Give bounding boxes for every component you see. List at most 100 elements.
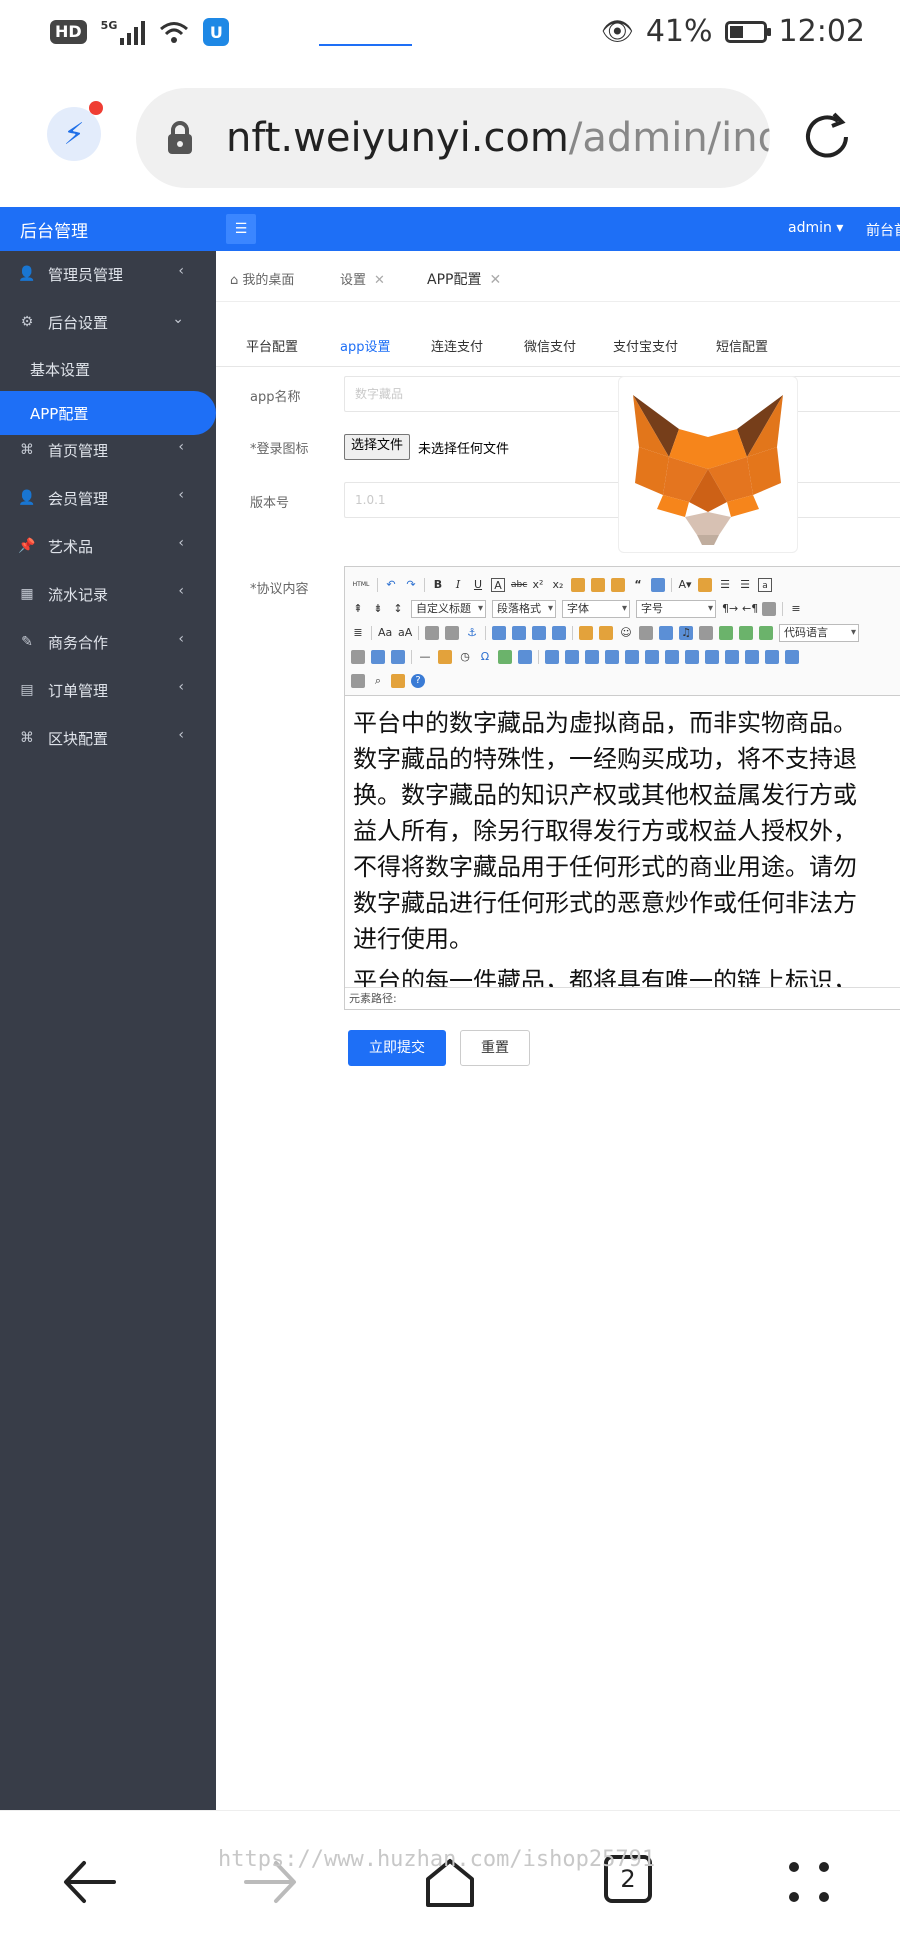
emoticon-icon[interactable]: ☺ xyxy=(619,626,633,640)
address-bar[interactable]: nft.weiyunyi.com/admin/inde xyxy=(136,88,770,188)
reload-icon[interactable] xyxy=(800,110,854,164)
choose-file-button[interactable]: 选择文件 xyxy=(344,434,411,460)
tab-desktop[interactable]: ⌂ 我的桌面 xyxy=(230,269,294,288)
simple-upload-icon[interactable] xyxy=(579,626,593,640)
undo-icon[interactable]: ↶ xyxy=(384,578,398,592)
line-height-icon[interactable]: ↕ xyxy=(391,602,405,616)
row-spacing-bottom-icon[interactable]: ⇟ xyxy=(371,602,385,616)
menu-toggle-icon[interactable]: ☰ xyxy=(226,214,256,244)
map-icon[interactable] xyxy=(719,626,733,640)
unordered-list-icon[interactable]: ☰ xyxy=(738,578,752,592)
menu-dots-icon[interactable] xyxy=(786,1857,832,1907)
subtab-platform[interactable]: 平台配置 xyxy=(246,336,298,355)
indent-icon[interactable] xyxy=(762,602,776,616)
select-all-icon[interactable]: a xyxy=(758,578,772,592)
image-center-icon[interactable] xyxy=(532,626,546,640)
split-cells-icon[interactable] xyxy=(745,650,759,664)
html-source-button[interactable]: HTML xyxy=(351,578,371,592)
align-left-icon[interactable]: ≡ xyxy=(789,602,803,616)
paste-text-icon[interactable] xyxy=(651,578,665,592)
sidebar-item-home[interactable]: ⌘ 首页管理 ‹ xyxy=(0,427,216,473)
search-replace-icon[interactable]: ⌕ xyxy=(371,674,385,688)
wordimage-icon[interactable] xyxy=(498,650,512,664)
attachment-icon[interactable] xyxy=(699,626,713,640)
format-brush-icon[interactable] xyxy=(591,578,605,592)
delete-table-icon[interactable] xyxy=(565,650,579,664)
reset-button[interactable]: 重置 xyxy=(460,1030,530,1066)
insert-table-icon[interactable] xyxy=(545,650,559,664)
date-icon[interactable] xyxy=(438,650,452,664)
snapscreen-icon[interactable] xyxy=(518,650,532,664)
unlink-icon[interactable] xyxy=(445,626,459,640)
merge-down-icon[interactable] xyxy=(725,650,739,664)
anchor-icon[interactable]: ⚓ xyxy=(465,626,479,640)
paragraph-select[interactable]: 段落格式 xyxy=(492,600,556,618)
subtab-lianlian[interactable]: 连连支付 xyxy=(431,336,483,355)
blockquote-icon[interactable]: “ xyxy=(631,578,645,592)
drafts-icon[interactable] xyxy=(391,674,405,688)
row-spacing-top-icon[interactable]: ⇞ xyxy=(351,602,365,616)
sidebar-item-members[interactable]: 👤 会员管理 ‹ xyxy=(0,475,216,521)
background-icon[interactable] xyxy=(391,650,405,664)
sidebar-subitem-basic[interactable]: 基本设置 xyxy=(0,347,216,391)
merge-cells-icon[interactable] xyxy=(685,650,699,664)
subtab-sms[interactable]: 短信配置 xyxy=(716,336,768,355)
sidebar-item-business[interactable]: ✎ 商务合作 ‹ xyxy=(0,619,216,665)
highlight-icon[interactable] xyxy=(698,578,712,592)
subtab-app[interactable]: app设置 xyxy=(340,336,390,355)
strikethrough-icon[interactable]: abc xyxy=(511,578,527,592)
underline-icon[interactable]: U xyxy=(471,578,485,592)
sidebar-item-settings[interactable]: ⚙ 后台设置 ⌄ xyxy=(0,299,216,345)
back-icon[interactable] xyxy=(62,1857,118,1907)
gmap-icon[interactable] xyxy=(739,626,753,640)
sidebar-item-transactions[interactable]: ▦ 流水记录 ‹ xyxy=(0,571,216,617)
bolt-icon[interactable]: ⚡ xyxy=(47,101,103,161)
ltr-icon[interactable]: ¶→ xyxy=(722,602,738,616)
font-color-icon[interactable]: A▾ xyxy=(678,578,692,592)
subtab-alipay[interactable]: 支付宝支付 xyxy=(613,336,678,355)
font-border-icon[interactable]: A xyxy=(491,578,505,592)
insert-video-icon[interactable] xyxy=(659,626,673,640)
horizontal-rule-icon[interactable]: — xyxy=(418,650,432,664)
redo-icon[interactable]: ↷ xyxy=(404,578,418,592)
font-family-select[interactable]: 字体 xyxy=(562,600,630,618)
justify-icon[interactable]: ≣ xyxy=(351,626,365,640)
italic-icon[interactable]: I xyxy=(451,578,465,592)
insert-frame-icon[interactable] xyxy=(759,626,773,640)
rich-text-editor[interactable]: HTML ↶ ↷ B I U A abc x² x₂ “ A▾ ☰ ☰ a ⇞ xyxy=(344,566,900,1010)
image-none-icon[interactable] xyxy=(552,626,566,640)
delete-row-icon[interactable] xyxy=(625,650,639,664)
insert-row-icon[interactable] xyxy=(605,650,619,664)
lowercase-icon[interactable]: aA xyxy=(398,626,412,640)
time-icon[interactable]: ◷ xyxy=(458,650,472,664)
ordered-list-icon[interactable]: ☰ xyxy=(718,578,732,592)
tab-app-config[interactable]: APP配置 ✕ xyxy=(427,269,501,289)
eraser-icon[interactable] xyxy=(571,578,585,592)
superscript-icon[interactable]: x² xyxy=(531,578,545,592)
split-cols-icon[interactable] xyxy=(785,650,799,664)
subtab-wechat[interactable]: 微信支付 xyxy=(524,336,576,355)
sidebar-item-blocks[interactable]: ⌘ 区块配置 ‹ xyxy=(0,715,216,761)
custom-title-select[interactable]: 自定义标题 xyxy=(411,600,486,618)
code-language-select[interactable]: 代码语言 xyxy=(779,624,859,642)
uppercase-icon[interactable]: Aa xyxy=(378,626,392,640)
music-icon[interactable]: ♫ xyxy=(679,626,693,640)
user-menu[interactable]: admin ▾ xyxy=(788,220,843,236)
close-icon[interactable]: ✕ xyxy=(374,273,385,288)
close-icon[interactable]: ✕ xyxy=(489,272,501,288)
scrawl-icon[interactable] xyxy=(639,626,653,640)
auto-format-icon[interactable] xyxy=(611,578,625,592)
sidebar-item-orders[interactable]: ▤ 订单管理 ‹ xyxy=(0,667,216,713)
delete-col-icon[interactable] xyxy=(665,650,679,664)
font-size-select[interactable]: 字号 xyxy=(636,600,716,618)
subscript-icon[interactable]: x₂ xyxy=(551,578,565,592)
insert-paragraph-icon[interactable] xyxy=(585,650,599,664)
image-right-icon[interactable] xyxy=(512,626,526,640)
tab-settings[interactable]: 设置 ✕ xyxy=(340,269,385,288)
pagebreak-icon[interactable] xyxy=(351,650,365,664)
image-left-icon[interactable] xyxy=(492,626,506,640)
sidebar-item-artworks[interactable]: 📌 艺术品 ‹ xyxy=(0,523,216,569)
special-chars-icon[interactable]: Ω xyxy=(478,650,492,664)
insert-col-icon[interactable] xyxy=(645,650,659,664)
submit-button[interactable]: 立即提交 xyxy=(348,1030,446,1066)
